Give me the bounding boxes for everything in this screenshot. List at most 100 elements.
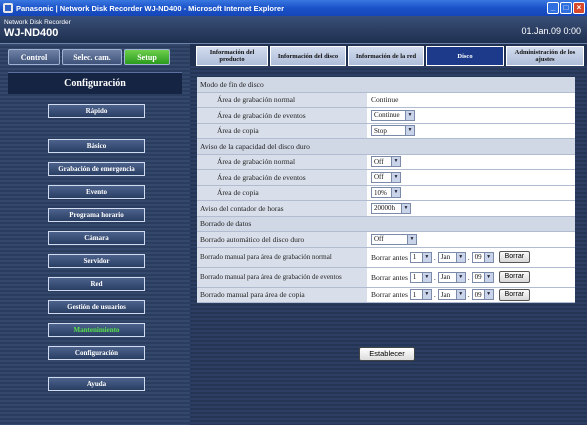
field-label: Área de copia (197, 123, 367, 138)
chevron-down-icon: ▼ (483, 290, 493, 300)
menu-evento[interactable]: Evento (48, 185, 145, 199)
select-month[interactable]: Jan ▼ (437, 271, 466, 283)
select-event-area-end-mode[interactable]: Continue ▼ (371, 109, 415, 121)
field-label: Borrado manual para área de copia (197, 287, 367, 302)
borrar-antes-label: Borrar antes (371, 290, 408, 300)
field-label: Borrado manual para área de grabación de… (197, 267, 367, 287)
form-row: Borrado manual para área de grabación no… (197, 247, 575, 268)
borrar-button[interactable]: Borrar (498, 271, 531, 283)
chevron-down-icon: ▼ (483, 252, 493, 262)
maximize-icon[interactable]: □ (560, 2, 572, 14)
section-header: Aviso de la capacidad del disco duro (197, 139, 575, 155)
form-row: Área de grabación normal Continue (197, 92, 575, 108)
menu-gestion-usuarios[interactable]: Gestión de usuarios (48, 300, 145, 314)
field-label: Borrado manual para área de grabación no… (197, 247, 367, 267)
chevron-down-icon: ▼ (391, 157, 400, 167)
select-day[interactable]: 1 ▼ (409, 289, 432, 301)
chevron-down-icon: ▼ (401, 203, 410, 213)
tab-select-camera[interactable]: Selec. cam. (62, 49, 122, 65)
chevron-down-icon: ▼ (483, 272, 493, 282)
window-titlebar: Panasonic | Network Disk Recorder WJ-ND4… (0, 0, 587, 16)
select-year[interactable]: 09 ▼ (471, 289, 494, 301)
form-row: Área de copia 10% ▼ (197, 185, 575, 201)
select-hour-counter-warning[interactable]: 20000h ▼ (371, 202, 411, 214)
form-row: Borrado manual para área de copia Borrar… (197, 287, 575, 303)
field-label: Aviso del contador de horas (197, 201, 367, 216)
minimize-icon[interactable]: _ (547, 2, 559, 14)
form-row: Borrado automático del disco duro Off ▼ (197, 232, 575, 248)
chevron-down-icon: ▼ (421, 272, 431, 282)
select-month[interactable]: Jan ▼ (437, 251, 466, 263)
select-copy-area-warning[interactable]: 10% ▼ (371, 187, 401, 199)
menu-mantenimiento[interactable]: Mantenimiento (48, 323, 145, 337)
tab-control[interactable]: Control (8, 49, 60, 65)
tab-disco[interactable]: Disco (426, 46, 504, 66)
form-row: Borrado manual para área de grabación de… (197, 267, 575, 288)
tab-informacion-red[interactable]: Información de la red (348, 46, 424, 66)
chevron-down-icon: ▼ (407, 234, 416, 244)
app-header: Network Disk Recorder WJ-ND400 01.Jan.09… (0, 16, 587, 44)
select-year[interactable]: 09 ▼ (471, 271, 494, 283)
close-icon[interactable]: × (573, 2, 585, 14)
select-copy-area-end-mode[interactable]: Stop ▼ (371, 125, 415, 137)
chevron-down-icon: ▼ (405, 126, 414, 136)
menu-camara[interactable]: Cámara (48, 231, 145, 245)
tab-administracion-ajustes[interactable]: Administración de los ajustes (506, 46, 584, 66)
menu-ayuda[interactable]: Ayuda (48, 377, 145, 391)
chevron-down-icon: ▼ (455, 252, 465, 262)
chevron-down-icon: ▼ (391, 172, 400, 182)
disk-settings-form: Modo de fin de disco Área de grabación n… (197, 77, 575, 303)
sidebar: Control Selec. cam. Setup Configuración … (0, 44, 190, 425)
form-row: Área de copia Stop ▼ (197, 123, 575, 139)
menu-red[interactable]: Red (48, 277, 145, 291)
field-label: Área de grabación normal (197, 154, 367, 169)
tab-setup[interactable]: Setup (124, 49, 170, 65)
device-model: WJ-ND400 (4, 27, 59, 39)
menu-configuracion[interactable]: Configuración (48, 346, 145, 360)
mode-tabs: Control Selec. cam. Setup (8, 49, 170, 65)
form-row: Aviso del contador de horas 20000h ▼ (197, 201, 575, 217)
select-year[interactable]: 09 ▼ (471, 251, 494, 263)
form-row: Área de grabación de eventos Off ▼ (197, 170, 575, 186)
chevron-down-icon: ▼ (455, 290, 465, 300)
sidebar-heading: Configuración (8, 72, 182, 94)
borrar-antes-label: Borrar antes (371, 272, 408, 282)
establecer-button[interactable]: Establecer (359, 347, 415, 361)
field-label: Borrado automático del disco duro (197, 232, 367, 247)
select-month[interactable]: Jan ▼ (437, 289, 466, 301)
select-event-area-warning[interactable]: Off ▼ (371, 171, 401, 183)
ie-logo-icon (3, 3, 13, 13)
select-day[interactable]: 1 ▼ (409, 251, 432, 263)
window-title: Panasonic | Network Disk Recorder WJ-ND4… (16, 3, 285, 13)
clock: 01.Jan.09 0:00 (521, 26, 581, 36)
field-label: Área de grabación de eventos (197, 108, 367, 123)
menu-grabacion-emergencia[interactable]: Grabación de emergencia (48, 162, 145, 176)
menu-basico[interactable]: Básico (48, 139, 145, 153)
chevron-down-icon: ▼ (421, 252, 431, 262)
form-row: Área de grabación normal Off ▼ (197, 154, 575, 170)
section-header: Modo de fin de disco (197, 77, 575, 93)
field-label: Área de copia (197, 185, 367, 200)
tab-informacion-producto[interactable]: Información del producto (196, 46, 268, 66)
field-value: Continue (367, 92, 575, 107)
device-subtitle: Network Disk Recorder (4, 19, 71, 26)
borrar-button[interactable]: Borrar (498, 251, 531, 263)
section-header: Borrado de datos (197, 216, 575, 232)
select-auto-delete[interactable]: Off ▼ (371, 233, 417, 245)
chevron-down-icon: ▼ (405, 110, 414, 120)
chevron-down-icon: ▼ (421, 290, 431, 300)
menu-rapido[interactable]: Rápido (48, 104, 145, 118)
select-normal-area-warning[interactable]: Off ▼ (371, 156, 401, 168)
window-controls: _ □ × (547, 2, 585, 14)
field-label: Área de grabación normal (197, 92, 367, 107)
select-day[interactable]: 1 ▼ (409, 271, 432, 283)
settings-tabbar: Información del producto Información del… (190, 44, 587, 66)
field-label: Área de grabación de eventos (197, 170, 367, 185)
borrar-button[interactable]: Borrar (498, 288, 531, 301)
menu-programa-horario[interactable]: Programa horario (48, 208, 145, 222)
borrar-antes-label: Borrar antes (371, 252, 408, 262)
form-row: Área de grabación de eventos Continue ▼ (197, 108, 575, 124)
menu-servidor[interactable]: Servidor (48, 254, 145, 268)
tab-informacion-disco[interactable]: Información del disco (270, 46, 346, 66)
chevron-down-icon: ▼ (391, 188, 400, 198)
